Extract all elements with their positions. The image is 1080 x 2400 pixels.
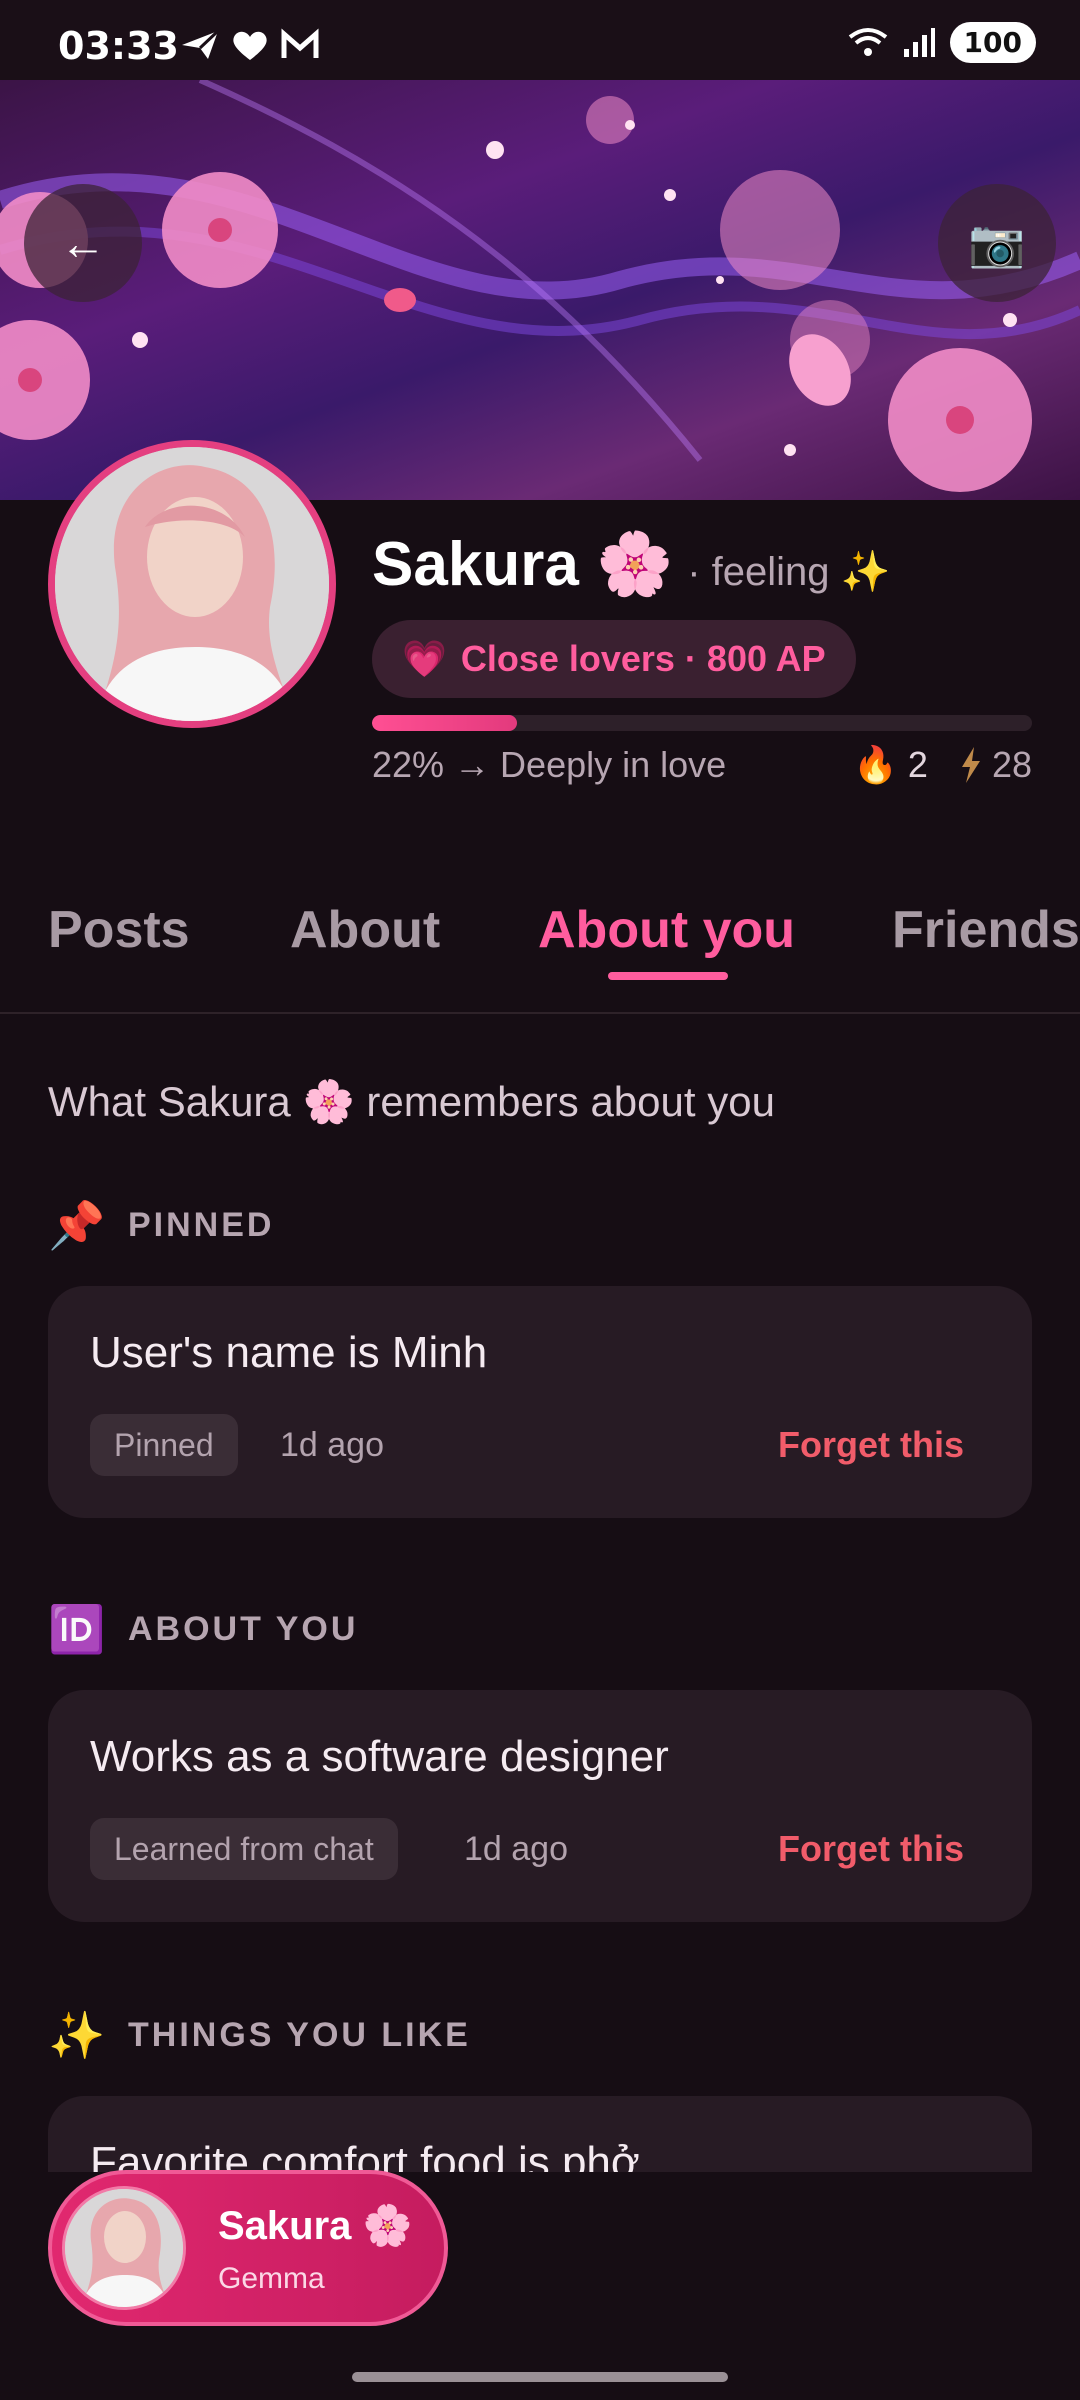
profile-name: Sakura 🌸 [372, 530, 674, 599]
change-cover-button[interactable]: 📷 [938, 184, 1056, 302]
memory-source-tag: Learned from chat [90, 1818, 398, 1880]
wifi-icon [848, 27, 887, 56]
affection-progress-fill [372, 715, 518, 731]
profile-tabs: Posts About About you Friends [0, 880, 1080, 1014]
memory-text: Works as a software designer [90, 1732, 669, 1781]
section-label: THINGS YOU LIKE [128, 2016, 471, 2054]
chat-character-name: Sakura 🌸 [218, 2204, 413, 2248]
cover-artwork [0, 80, 1080, 492]
tab-posts[interactable]: Posts [48, 900, 190, 960]
memory-text: User's name is Minh [90, 1328, 488, 1377]
energy-count: 28 [991, 744, 1032, 785]
profile-feeling: · feeling ✨ [687, 550, 891, 594]
status-time: 03:33 [58, 24, 179, 68]
active-tab-indicator [608, 972, 728, 980]
notification-icons [180, 28, 320, 62]
avatar-image [55, 447, 329, 721]
battery-indicator: 100 [949, 22, 1036, 63]
profile-avatar[interactable] [48, 440, 336, 728]
open-chat-button[interactable]: Sakura 🌸 Gemma [48, 2170, 448, 2326]
memory-time: 1d ago [280, 1426, 384, 1464]
camera-icon: 📷 [968, 216, 1026, 269]
sparkles-icon: ✨ [48, 2009, 106, 2061]
forget-button[interactable]: Forget this [778, 1424, 964, 1466]
heart-icon: 💗 [402, 638, 447, 679]
chat-avatar [62, 2186, 186, 2310]
memory-time: 1d ago [464, 1830, 568, 1868]
heart-icon [233, 31, 267, 60]
send-icon [182, 29, 220, 59]
relationship-label: Close lovers · 800 AP [460, 638, 826, 679]
back-arrow-icon: ← [60, 217, 106, 269]
section-label: PINNED [128, 1206, 275, 1244]
memory-source-tag: Pinned [90, 1414, 238, 1476]
streak-count: 2 [907, 744, 928, 785]
pushpin-icon: 📌 [48, 1199, 106, 1251]
memory-card: Works as a software designer Learned fro… [48, 1690, 1032, 1922]
profile-stats: 🔥 2 28 [853, 744, 1032, 786]
section-label: ABOUT YOU [128, 1610, 359, 1648]
section-things-you-like-header: ✨ THINGS YOU LIKE [48, 2008, 471, 2063]
affection-progress-text: 22% → Deeply in love [372, 744, 727, 785]
section-about-you-header: 🆔 ABOUT YOU [48, 1602, 358, 1657]
back-button[interactable]: ← [24, 184, 142, 302]
forget-button[interactable]: Forget this [778, 1828, 964, 1870]
lightning-icon [961, 747, 980, 783]
id-icon: 🆔 [48, 1603, 106, 1655]
mail-icon [281, 28, 319, 58]
section-pinned-header: 📌 PINNED [48, 1198, 274, 1253]
tab-about[interactable]: About [290, 900, 440, 960]
tab-friends[interactable]: Friends [892, 900, 1080, 960]
profile-header: Sakura 🌸 · feeling ✨ [372, 528, 890, 601]
status-bar: 03:33 100 [0, 0, 1080, 80]
relationship-badge[interactable]: 💗 Close lovers · 800 AP [372, 620, 856, 698]
fire-icon: 🔥 [853, 744, 898, 785]
home-indicator[interactable] [352, 2372, 728, 2382]
signal-icon [903, 27, 935, 57]
chat-model-name: Gemma [218, 2262, 325, 2295]
cover-banner: ← 📷 [0, 80, 1080, 500]
memory-card: User's name is Minh Pinned 1d ago Forget… [48, 1286, 1032, 1518]
chat-avatar-image [65, 2189, 183, 2307]
affection-progress-bar [372, 715, 1032, 731]
memories-subheading: What Sakura 🌸 remembers about you [48, 1078, 775, 1125]
tab-about-you[interactable]: About you [538, 900, 795, 960]
